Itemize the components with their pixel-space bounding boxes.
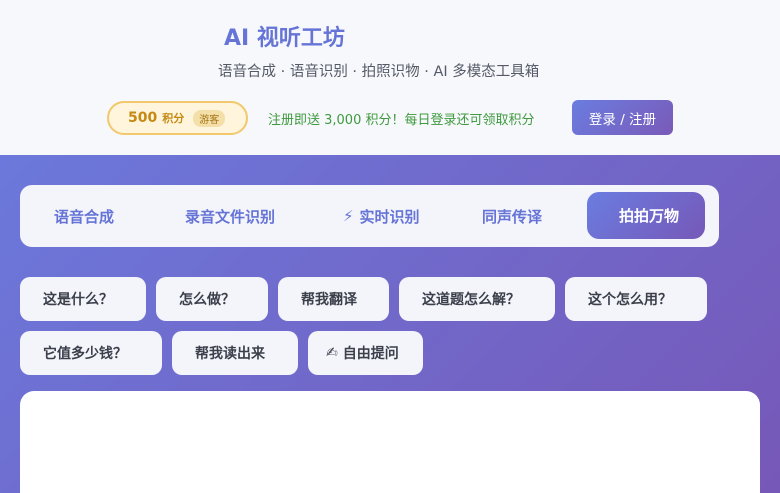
points-unit: 积分 (162, 112, 185, 125)
prompt-label: 它值多少钱？ (43, 346, 127, 362)
user-role-badge: 游客 (193, 109, 226, 127)
tab-label: 语音合成 (54, 207, 115, 226)
tab-label: 实时识别 (359, 207, 420, 226)
promo-text: 注册即送 3,000 积分！每日登录还可领取积分 (264, 109, 534, 128)
tab-speech-synthesis[interactable]: 语音合成 (48, 185, 114, 247)
prompt-solve-problem[interactable]: 这道题怎么解？ (399, 277, 555, 321)
prompt-what-is-this[interactable]: 这是什么？ (20, 277, 146, 321)
prompt-label: 这是什么？ (43, 292, 113, 308)
prompt-label: 这道题怎么解？ (422, 292, 520, 308)
prompt-how-to-make[interactable]: 怎么做？ (156, 277, 268, 321)
points-badge: 500 积分 游客 (107, 101, 248, 135)
photo-upload-panel[interactable] (20, 391, 760, 493)
tab-label: 同声传译 (482, 207, 543, 226)
feature-tabs: 语音合成 录音文件识别 ⚡ 实时识别 同声传译 拍拍万物 (20, 185, 719, 247)
app-title: AI 视听工坊 (218, 20, 345, 52)
writing-hand-icon: ✍ (326, 345, 338, 361)
tab-photo-recognition[interactable]: 拍拍万物 (587, 192, 706, 239)
login-register-button[interactable]: 登录 / 注册 (572, 100, 673, 135)
prompt-label: 帮我翻译 (301, 292, 357, 308)
lightning-icon: ⚡ (343, 207, 354, 225)
prompt-read-aloud[interactable]: 帮我读出来 (172, 331, 298, 375)
tab-label: 录音文件识别 (185, 207, 276, 226)
prompt-label: 自由提问 (342, 346, 399, 362)
tab-label: 拍拍万物 (619, 207, 680, 225)
app-title-text: AI 视听工坊 (224, 26, 345, 51)
promo-message: 注册即送 3,000 积分！每日登录还可领取积分 (268, 113, 535, 128)
prompt-free-question[interactable]: ✍ 自由提问 (308, 331, 423, 375)
prompt-label: 这个怎么用？ (588, 292, 672, 308)
prompt-label: 怎么做？ (179, 292, 235, 308)
tab-file-recognition[interactable]: 录音文件识别 (179, 185, 275, 247)
tab-simultaneous-interpretation[interactable]: 同声传译 (476, 185, 542, 247)
tab-realtime-recognition[interactable]: ⚡ 实时识别 (343, 185, 420, 247)
prompt-price[interactable]: 它值多少钱？ (20, 331, 162, 375)
prompt-translate[interactable]: 帮我翻译 (278, 277, 389, 321)
subtitle: 语音合成 · 语音识别 · 拍照识物 · AI 多模态工具箱 (218, 64, 540, 80)
prompt-label: 帮我读出来 (195, 346, 265, 362)
header: AI 视听工坊 语音合成 · 语音识别 · 拍照识物 · AI 多模态工具箱 5… (0, 0, 780, 155)
points-value: 500 (128, 110, 158, 126)
prompt-how-to-use[interactable]: 这个怎么用？ (565, 277, 707, 321)
